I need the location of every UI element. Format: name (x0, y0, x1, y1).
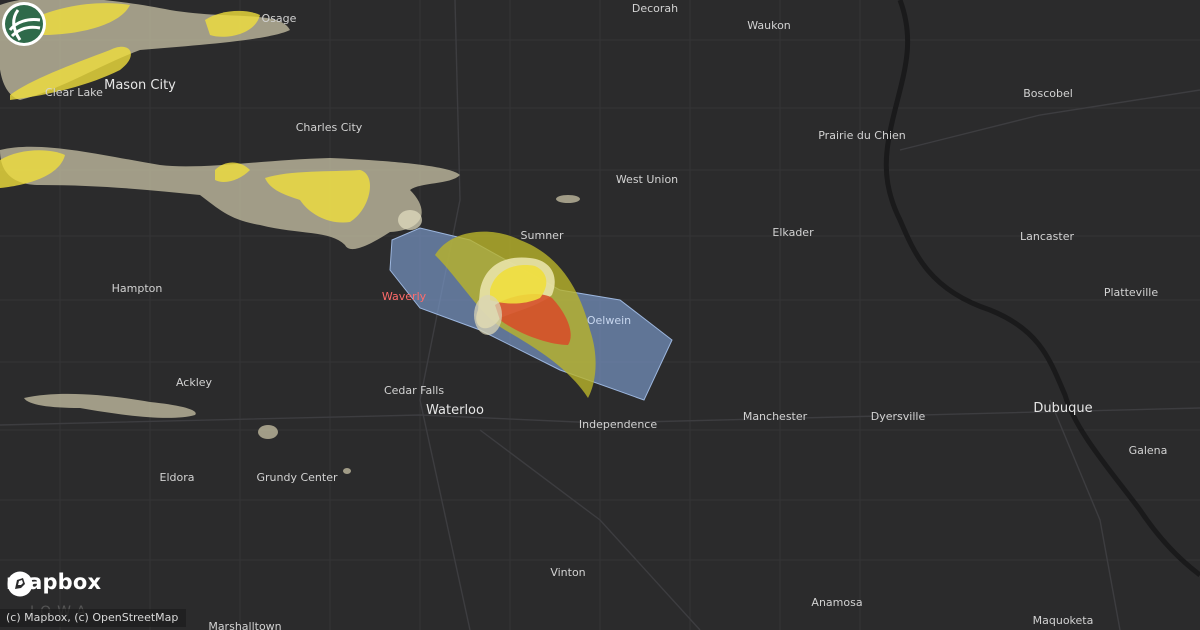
city-label-platteville: Platteville (1104, 286, 1159, 299)
city-label-charles-city: Charles City (296, 121, 363, 134)
city-label-sumner: Sumner (521, 229, 564, 242)
mapbox-logo-icon (7, 571, 33, 597)
hail-spot-light-2 (398, 210, 422, 230)
city-label-vinton: Vinton (550, 566, 585, 579)
city-label-ackley: Ackley (176, 376, 213, 389)
city-label-independence: Independence (579, 418, 657, 431)
map-layers: Osage Decorah Waukon Mason City Clear La… (0, 0, 1200, 630)
city-label-elkader: Elkader (772, 226, 814, 239)
city-label-oelwein: Oelwein (587, 314, 631, 327)
mapbox-logo[interactable]: mapbox (6, 570, 101, 597)
city-label-hampton: Hampton (112, 282, 163, 295)
city-label-mason-city: Mason City (104, 78, 176, 93)
city-label-manchester: Manchester (743, 410, 808, 423)
globe-icon (2, 2, 46, 46)
city-label-dubuque: Dubuque (1033, 401, 1092, 416)
city-label-anamosa: Anamosa (811, 596, 862, 609)
city-label-boscobel: Boscobel (1023, 87, 1073, 100)
city-label-west-union: West Union (616, 173, 678, 186)
city-label-marshalltown: Marshalltown (208, 620, 281, 630)
city-label-maquoketa: Maquoketa (1033, 614, 1094, 627)
city-labels: Osage Decorah Waukon Mason City Clear La… (30, 2, 1167, 630)
city-label-clear-lake: Clear Lake (45, 86, 103, 99)
city-label-galena: Galena (1129, 444, 1168, 457)
map-canvas[interactable]: Osage Decorah Waukon Mason City Clear La… (0, 0, 1200, 630)
city-label-lancaster: Lancaster (1020, 230, 1074, 243)
city-label-osage: Osage (262, 12, 297, 25)
hail-spot-light (474, 295, 502, 335)
city-label-dyersville: Dyersville (871, 410, 926, 423)
city-label-waukon: Waukon (747, 19, 791, 32)
city-label-waverly: Waverly (382, 290, 427, 303)
city-label-prairie-du-chien: Prairie du Chien (818, 129, 906, 142)
map-attribution[interactable]: (c) Mapbox, (c) OpenStreetMap (0, 609, 187, 627)
city-label-eldora: Eldora (160, 471, 195, 484)
city-label-cedar-falls: Cedar Falls (384, 384, 444, 397)
city-label-decorah: Decorah (632, 2, 678, 15)
city-label-waterloo: Waterloo (426, 403, 484, 418)
city-label-grundy-center: Grundy Center (256, 471, 337, 484)
